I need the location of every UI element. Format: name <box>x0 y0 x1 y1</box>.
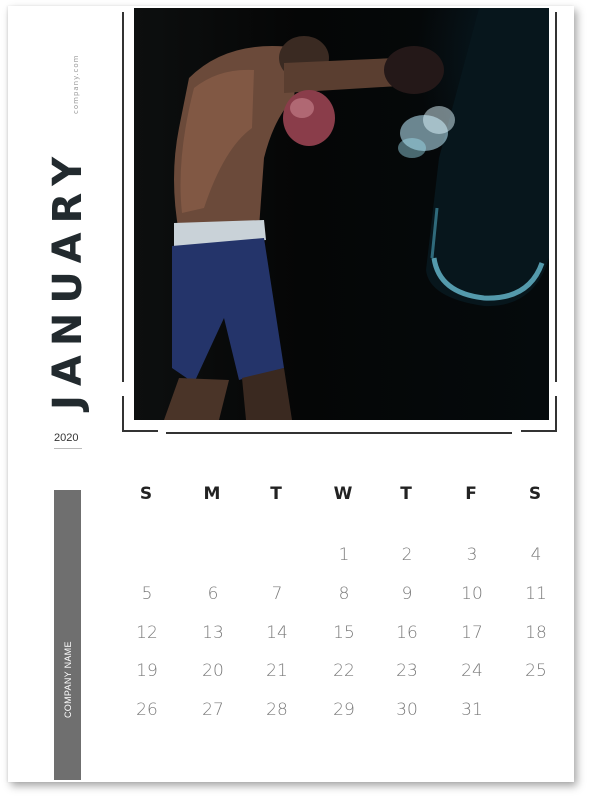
day-cell: 13 <box>202 623 224 643</box>
day-cell: 10 <box>461 584 483 604</box>
weekday-header: M <box>203 484 221 504</box>
day-cell: 26 <box>136 700 158 720</box>
weekday-header: F <box>465 484 477 504</box>
weekday-header: W <box>333 484 353 504</box>
day-cell: 14 <box>266 623 288 643</box>
day-cell: 3 <box>466 545 478 565</box>
boxer-illustration <box>164 8 549 420</box>
day-cell: 22 <box>333 661 355 681</box>
day-cell: 11 <box>525 584 547 604</box>
day-cell: 17 <box>461 623 483 643</box>
frame-bottom-line <box>166 432 512 434</box>
day-cell: 23 <box>396 661 418 681</box>
frame-bottom-left-bracket <box>122 396 158 432</box>
day-cell: 27 <box>202 700 224 720</box>
day-cell: 16 <box>396 623 418 643</box>
weekday-header: T <box>270 484 282 504</box>
day-cell: 2 <box>401 545 413 565</box>
website-text: company.com <box>72 54 80 114</box>
day-cell: 6 <box>207 584 219 604</box>
weekday-header: S <box>528 484 542 504</box>
day-cell: 29 <box>333 700 355 720</box>
day-cell: 25 <box>525 661 547 681</box>
day-cell: 28 <box>266 700 288 720</box>
day-cell: 30 <box>396 700 418 720</box>
day-cell: 1 <box>338 545 350 565</box>
day-cell: 4 <box>530 545 542 565</box>
month-title: JANUARY <box>45 147 91 410</box>
day-cell: 15 <box>333 623 355 643</box>
frame-bottom-right-bracket <box>521 396 557 432</box>
day-cell: 31 <box>461 700 483 720</box>
day-cell: 7 <box>271 584 283 604</box>
day-cell: 19 <box>136 661 158 681</box>
year-label: 2020 <box>54 432 79 444</box>
frame-left-bracket <box>122 12 124 382</box>
day-cell: 5 <box>141 584 153 604</box>
company-name: COMPANY NAME <box>63 641 73 718</box>
year-divider <box>54 448 82 449</box>
day-cell: 8 <box>338 584 350 604</box>
day-cell: 20 <box>202 661 224 681</box>
frame-right-bracket <box>555 12 557 382</box>
sidebar-bar <box>54 490 81 780</box>
weekday-header: S <box>139 484 153 504</box>
day-cell: 9 <box>401 584 413 604</box>
weekday-header: T <box>400 484 412 504</box>
boxer-photo <box>134 8 549 420</box>
day-cell: 18 <box>525 623 547 643</box>
day-cell: 24 <box>461 661 483 681</box>
day-cell: 21 <box>266 661 288 681</box>
day-cell: 12 <box>136 623 158 643</box>
